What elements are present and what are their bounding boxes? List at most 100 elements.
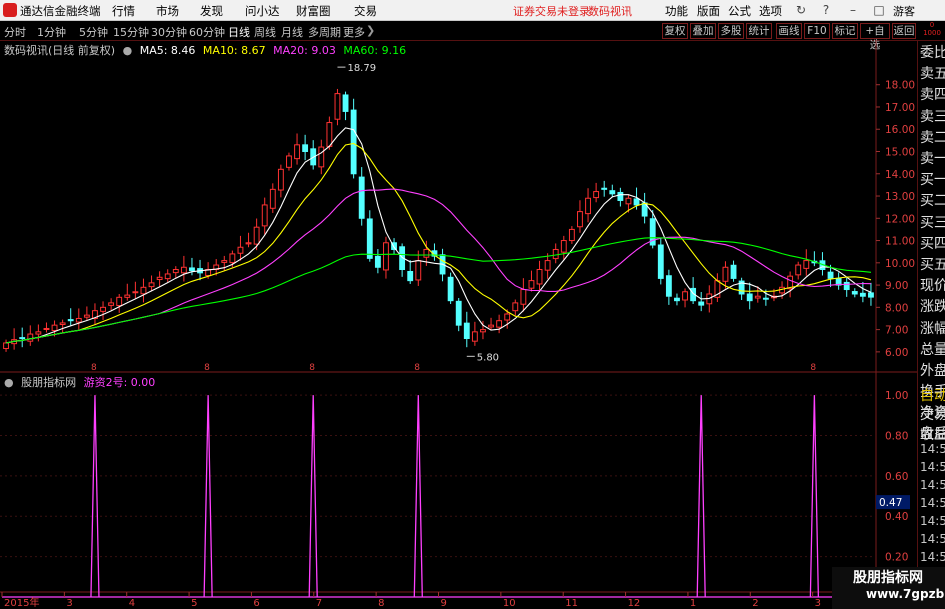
candle-body xyxy=(698,301,705,306)
y-tick-label: 8.00 xyxy=(885,302,908,314)
menu-item-function[interactable]: 功能 xyxy=(665,3,688,19)
indicator-value-label: 0.47 xyxy=(879,497,902,509)
trade-field-label[interactable]: 自动 xyxy=(920,385,945,405)
indicator-tick-label: 0.20 xyxy=(885,552,908,564)
legend-title: 数码视讯(日线 前复权) xyxy=(4,44,116,57)
trade-field-label[interactable]: 盘后 xyxy=(920,423,945,443)
top-right-value: 0 1000 xyxy=(923,21,941,37)
candle-body xyxy=(100,306,106,312)
period-tab-60min[interactable]: 60分钟 xyxy=(189,24,225,40)
overlay-button[interactable]: 叠加 xyxy=(690,23,716,39)
kline-chart[interactable]: 18.0017.0016.0015.0014.0013.0012.0011.00… xyxy=(0,40,917,609)
period-tab-multi[interactable]: 多周期 xyxy=(308,24,341,40)
x-tick-label: 9 xyxy=(441,598,447,609)
multi-stock-button[interactable]: 多股 xyxy=(718,23,744,39)
candle-body xyxy=(803,260,810,269)
signal-marker: 8 xyxy=(204,363,210,373)
refresh-icon[interactable]: ↻ xyxy=(793,2,809,18)
x-tick-label: 10 xyxy=(503,598,516,609)
tick-time: 14:5 xyxy=(920,496,945,510)
candle-body xyxy=(520,289,527,305)
period-tab-5min[interactable]: 5分钟 xyxy=(79,24,108,40)
x-tick-label: 7 xyxy=(316,598,322,609)
candle-body xyxy=(552,248,559,260)
candle-body xyxy=(568,228,575,242)
candle-body xyxy=(795,264,802,276)
trade-field-label[interactable]: 交易 xyxy=(920,404,945,424)
candle-body xyxy=(148,282,155,288)
candle-body xyxy=(504,313,511,321)
menu-item-discover[interactable]: 发现 xyxy=(200,3,223,19)
candle-body xyxy=(601,187,608,190)
quote-field-label: 总量 xyxy=(920,341,945,358)
adjust-button[interactable]: 复权 xyxy=(662,23,688,39)
candle-body xyxy=(536,268,543,285)
menu-item-layout[interactable]: 版面 xyxy=(697,3,720,19)
x-tick-label: 1 xyxy=(690,598,696,609)
maximize-icon[interactable]: □ xyxy=(871,2,887,18)
menu-item-formula[interactable]: 公式 xyxy=(728,3,751,19)
draw-line-button[interactable]: 画线 xyxy=(776,23,802,39)
candle-body xyxy=(108,302,115,306)
ma20-line xyxy=(5,188,872,344)
candle-body xyxy=(560,240,567,253)
candle-body xyxy=(617,191,624,201)
menu-item-ask[interactable]: 问小达 xyxy=(245,3,280,19)
candle-body xyxy=(83,314,90,318)
stock-name-link[interactable]: 数码视讯 xyxy=(588,3,632,19)
add-watchlist-button[interactable]: +自选 xyxy=(860,23,890,51)
statistics-button[interactable]: 统计 xyxy=(746,23,772,39)
candle-body xyxy=(447,276,454,302)
menu-item-quotes[interactable]: 行情 xyxy=(112,3,135,19)
user-label[interactable]: 游客 xyxy=(893,3,915,19)
candle-body xyxy=(593,191,600,199)
menu-item-wealth[interactable]: 财富圈 xyxy=(296,3,331,19)
candle-body xyxy=(374,255,381,268)
settings-icon[interactable]: ● xyxy=(123,44,133,57)
candle-body xyxy=(140,286,147,295)
period-tab-more[interactable]: 更多 xyxy=(343,24,365,40)
period-tab-15min[interactable]: 15分钟 xyxy=(113,24,149,40)
candle-body xyxy=(189,267,195,272)
candle-body xyxy=(261,204,268,227)
period-tab-weekly[interactable]: 周线 xyxy=(254,24,276,40)
candle-body xyxy=(455,300,462,326)
mark-button[interactable]: 标记 xyxy=(832,23,858,39)
quote-field-label: 卖三 xyxy=(920,108,945,125)
minimize-icon[interactable]: – xyxy=(845,2,861,18)
indicator-settings-icon[interactable]: ● xyxy=(4,376,14,389)
f10-button[interactable]: F10 xyxy=(804,23,830,39)
y-tick-label: 9.00 xyxy=(885,280,908,292)
candle-body xyxy=(851,291,858,295)
indicator-name: 股朋指标网 xyxy=(21,376,77,389)
period-tab-30min[interactable]: 30分钟 xyxy=(151,24,187,40)
tick-time: 14:5 xyxy=(920,442,945,456)
candle-body xyxy=(625,197,632,205)
chevron-right-icon[interactable]: ❯ xyxy=(366,24,375,37)
x-tick-label: 2015年 xyxy=(4,596,39,609)
candle-body xyxy=(75,317,82,323)
back-button[interactable]: 返回 xyxy=(892,23,916,39)
x-tick-label: 6 xyxy=(253,598,259,609)
trade-login-warning[interactable]: 证券交易未登录 xyxy=(513,3,590,19)
candle-body xyxy=(722,266,729,282)
indicator-legend: ● 股朋指标网 游资2号: 0.00 xyxy=(4,374,159,390)
period-tab-1min[interactable]: 1分钟 xyxy=(37,24,66,40)
menu-item-market[interactable]: 市场 xyxy=(156,3,179,19)
period-tab-daily[interactable]: 日线 xyxy=(228,24,250,40)
quote-field-label: 买五 xyxy=(920,257,945,273)
quote-field-label: 涨幅 xyxy=(920,320,945,337)
watermark-url: www.7gpzb.com xyxy=(866,587,945,601)
help-icon[interactable]: ? xyxy=(818,2,834,18)
indicator-tick-label: 0.80 xyxy=(885,430,908,442)
period-tab-monthly[interactable]: 月线 xyxy=(281,24,303,40)
candle-body xyxy=(463,322,470,340)
y-tick-label: 12.00 xyxy=(885,213,915,225)
candle-body xyxy=(859,292,866,297)
menu-item-trade[interactable]: 交易 xyxy=(354,3,377,19)
x-tick-label: 8 xyxy=(378,598,384,609)
candle-body xyxy=(488,324,494,328)
menu-item-options[interactable]: 选项 xyxy=(759,3,782,19)
candle-body xyxy=(43,327,50,330)
period-tab-intraday[interactable]: 分时 xyxy=(4,24,26,40)
